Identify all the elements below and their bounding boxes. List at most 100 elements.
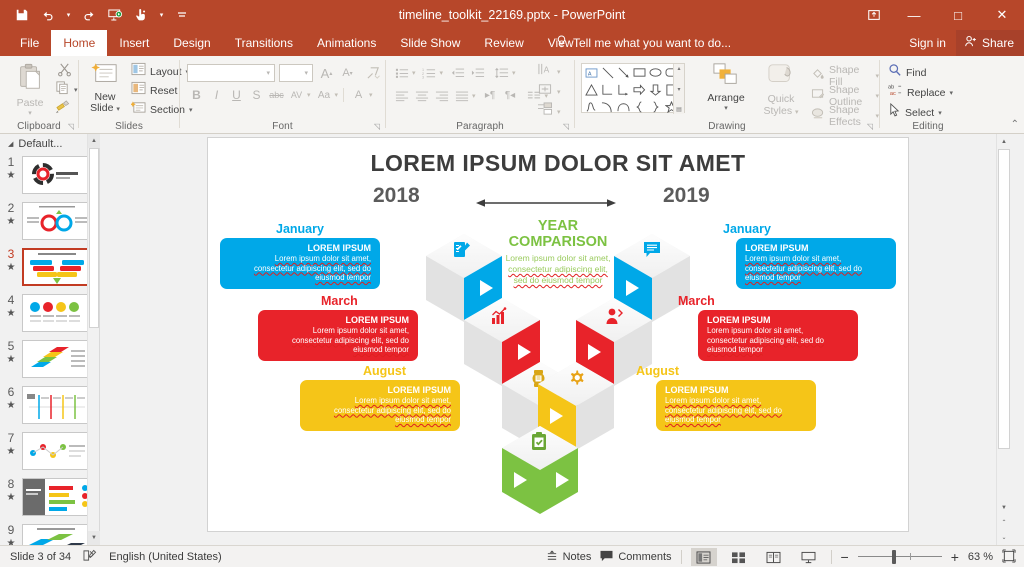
slideshow-icon[interactable] (103, 3, 127, 27)
previous-slide-icon[interactable]: ⌃ (997, 515, 1011, 530)
change-case-button[interactable]: Aa (315, 86, 334, 104)
numbering-dropdown-icon[interactable]: ▾ (440, 69, 444, 77)
select-button[interactable]: Select ▾ (888, 102, 942, 122)
tab-design[interactable]: Design (161, 30, 222, 56)
month-label-left-march[interactable]: March (321, 294, 358, 308)
reading-view-button[interactable] (761, 548, 787, 566)
tab-file[interactable]: File (8, 30, 51, 56)
line-shape-icon[interactable] (600, 65, 615, 80)
decrease-indent-icon[interactable] (448, 64, 467, 81)
arc-shape-icon[interactable] (616, 99, 631, 114)
align-left-icon[interactable] (392, 87, 411, 104)
month-label-left-january[interactable]: January (276, 222, 324, 236)
thumbnail-slide-6[interactable]: 6 ★ (4, 386, 92, 424)
gallery-expand-icon[interactable]: ▤ (676, 106, 682, 113)
down-arrow-shape-icon[interactable] (648, 82, 663, 97)
align-center-icon[interactable] (412, 87, 431, 104)
line-spacing-icon[interactable] (492, 64, 511, 81)
paragraph-dialog-launcher[interactable]: ◹ (563, 122, 569, 131)
quick-styles-button[interactable]: Quick Styles ▾ (755, 62, 807, 117)
find-button[interactable]: Find (888, 63, 926, 82)
left-brace-shape-icon[interactable] (632, 99, 647, 114)
change-case-dropdown-icon[interactable]: ▾ (335, 91, 339, 99)
character-spacing-dropdown-icon[interactable]: ▾ (307, 91, 311, 99)
arrange-dropdown-icon[interactable]: ▾ (724, 104, 728, 112)
arrow-shape-icon[interactable] (616, 65, 631, 80)
slide-sorter-view-button[interactable] (726, 548, 752, 566)
close-button[interactable]: ✕ (980, 0, 1024, 30)
bold-button[interactable]: B (187, 86, 206, 104)
font-name-input[interactable]: ▾ (187, 64, 275, 82)
copy-button[interactable]: ▾ (55, 80, 78, 100)
notes-button[interactable]: Notes (546, 549, 591, 565)
shapes-gallery-scrollbar[interactable]: ▴ ▾ ▤ (673, 64, 684, 114)
justify-dropdown-icon[interactable]: ▾ (472, 92, 476, 100)
drawing-dialog-launcher[interactable]: ◹ (867, 122, 873, 131)
thumbnail-slide-4[interactable]: 4 ★ (4, 294, 92, 332)
thumbnail-scroll-down-icon[interactable]: ▼ (88, 531, 100, 545)
decrease-font-size-button[interactable]: A ▾ (338, 64, 357, 82)
thumbnail-slide-2[interactable]: 2 ★ (4, 202, 92, 240)
undo-dropdown-icon[interactable]: ▾ (62, 3, 75, 27)
shapes-gallery[interactable]: A ▴ ▾ ▤ (581, 63, 685, 114)
bullets-dropdown-icon[interactable]: ▾ (412, 69, 416, 77)
comments-button[interactable]: Comments (600, 550, 672, 565)
new-slide-button[interactable]: New Slide ▾ (81, 61, 129, 115)
justify-icon[interactable] (452, 87, 471, 104)
triangle-shape-icon[interactable] (584, 82, 599, 97)
thumbnail-slide-3[interactable]: 3 ★ (4, 248, 92, 286)
select-dropdown-icon[interactable]: ▾ (938, 109, 942, 117)
text-direction-button[interactable]: A ▾ (537, 62, 561, 81)
font-color-button[interactable]: A (349, 86, 368, 104)
scroll-down-icon[interactable]: ▼ (997, 500, 1011, 515)
right-brace-shape-icon[interactable] (648, 99, 663, 114)
collapse-ribbon-button[interactable]: ⌃ (1011, 119, 1019, 130)
italic-button[interactable]: I (207, 86, 226, 104)
month-label-right-august[interactable]: August (636, 364, 679, 378)
zoom-level-label[interactable]: 63 % (968, 551, 993, 563)
right-arrow-shape-icon[interactable] (632, 82, 647, 97)
line-spacing-dropdown-icon[interactable]: ▾ (512, 69, 516, 77)
banner-left-august[interactable]: LOREM IPSUM Lorem ipsum dolor sit amet, … (300, 380, 460, 431)
font-color-dropdown-icon[interactable]: ▾ (369, 91, 373, 99)
replace-button[interactable]: ab ac Replace ▾ (888, 83, 953, 102)
next-slide-icon[interactable]: ⌄ (997, 530, 1011, 545)
undo-icon[interactable] (36, 3, 60, 27)
current-slide[interactable]: LOREM IPSUM DOLOR SIT AMET 2018 2019 YEA… (208, 138, 908, 531)
thumbnail-slide-7[interactable]: 7 ★ (4, 432, 92, 470)
format-painter-button[interactable] (55, 99, 71, 119)
oval-shape-icon[interactable] (648, 65, 663, 80)
thumbnail-slide-1[interactable]: 1 ★ (4, 156, 92, 194)
sign-in-button[interactable]: Sign in (899, 30, 956, 56)
tab-review[interactable]: Review (472, 30, 535, 56)
text-shadow-button[interactable]: S (247, 86, 266, 104)
zoom-slider[interactable] (857, 550, 942, 564)
replace-dropdown-icon[interactable]: ▾ (950, 89, 954, 97)
proofing-icon[interactable] (83, 549, 97, 565)
normal-view-button[interactable] (690, 548, 717, 566)
bullets-icon[interactable] (392, 64, 411, 81)
banner-right-august[interactable]: LOREM IPSUM Lorem ipsum dolor sit amet, … (656, 380, 816, 431)
banner-right-march[interactable]: LOREM IPSUM Lorem ipsum dolor sit amet, … (698, 310, 858, 361)
slide-show-view-button[interactable] (796, 548, 822, 566)
thumbnail-slide-8[interactable]: 8 ★ (4, 478, 92, 516)
strikethrough-button[interactable]: abc (267, 86, 286, 104)
share-button[interactable]: Share (955, 30, 1024, 56)
text-direction-ltr-icon[interactable]: ▸¶ (481, 87, 500, 104)
align-right-icon[interactable] (432, 87, 451, 104)
thumbnail-slide-5[interactable]: 5 ★ (4, 340, 92, 378)
thumbnail-pane-scrollbar[interactable]: ▲ ▼ (87, 134, 100, 545)
section-header[interactable]: ◢ Default... (8, 138, 62, 150)
thumbnail-scroll-thumb[interactable] (89, 148, 99, 328)
scroll-thumb[interactable] (998, 149, 1010, 449)
banner-right-january[interactable]: LOREM IPSUM Lorem ipsum dolor sit amet, … (736, 238, 896, 289)
scribble-shape-icon[interactable] (584, 99, 599, 114)
curve-shape-icon[interactable] (600, 99, 615, 114)
paste-dropdown-icon[interactable]: ▾ (28, 109, 32, 117)
cut-button[interactable] (57, 62, 72, 82)
touch-mode-dropdown-icon[interactable]: ▾ (155, 3, 168, 27)
increase-font-size-button[interactable]: A ▴ (317, 64, 336, 82)
save-icon[interactable] (10, 3, 34, 27)
paste-button[interactable]: Paste ▾ (4, 62, 56, 117)
tab-transitions[interactable]: Transitions (223, 30, 305, 56)
